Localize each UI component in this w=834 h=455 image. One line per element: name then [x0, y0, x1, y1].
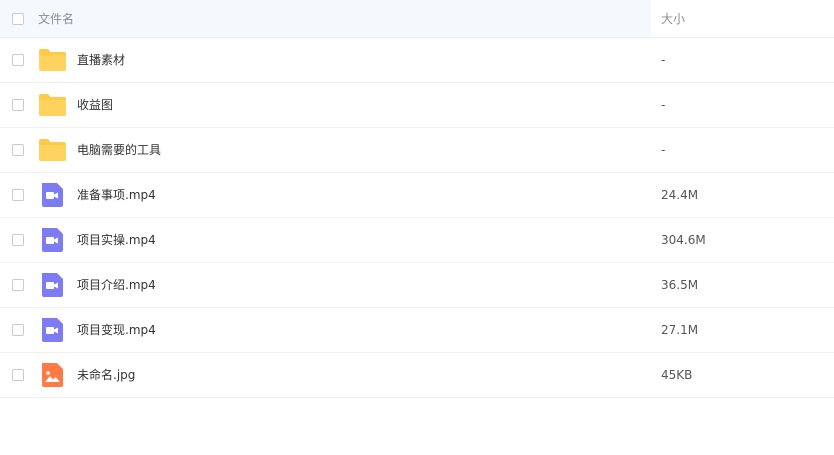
table-header: 文件名 大小 — [0, 0, 834, 38]
table-row[interactable]: 未命名.jpg 45KB — [0, 353, 834, 398]
file-size: 304.6M — [661, 233, 706, 247]
file-size: - — [661, 53, 666, 67]
image-file-icon — [39, 363, 66, 387]
row-checkbox[interactable] — [12, 189, 24, 201]
video-file-icon — [39, 228, 66, 252]
file-size: 45KB — [661, 368, 693, 382]
row-checkbox[interactable] — [12, 99, 24, 111]
file-name[interactable]: 直播素材 — [77, 52, 125, 68]
file-name[interactable]: 项目介绍.mp4 — [77, 277, 156, 293]
file-size: - — [661, 98, 666, 112]
select-all-checkbox[interactable] — [12, 13, 24, 25]
file-size: - — [661, 143, 666, 157]
row-checkbox[interactable] — [12, 369, 24, 381]
table-row[interactable]: 项目变现.mp4 27.1M — [0, 308, 834, 353]
folder-icon — [39, 138, 66, 162]
folder-icon — [39, 93, 66, 117]
video-file-icon — [39, 183, 66, 207]
file-name[interactable]: 项目变现.mp4 — [77, 322, 156, 338]
row-checkbox[interactable] — [12, 54, 24, 66]
row-checkbox[interactable] — [12, 234, 24, 246]
file-size: 36.5M — [661, 278, 699, 292]
folder-icon — [39, 48, 66, 72]
file-name[interactable]: 项目实操.mp4 — [77, 232, 156, 248]
row-checkbox[interactable] — [12, 279, 24, 291]
video-file-icon — [39, 318, 66, 342]
header-name-column[interactable] — [0, 0, 651, 37]
table-row[interactable]: 电脑需要的工具 - — [0, 128, 834, 173]
row-checkbox[interactable] — [12, 144, 24, 156]
header-size-label[interactable]: 大小 — [661, 11, 685, 27]
table-row[interactable]: 项目实操.mp4 304.6M — [0, 218, 834, 263]
video-file-icon — [39, 273, 66, 297]
file-name[interactable]: 电脑需要的工具 — [77, 142, 161, 158]
table-row[interactable]: 直播素材 - — [0, 38, 834, 83]
table-row[interactable]: 收益图 - — [0, 83, 834, 128]
file-name[interactable]: 收益图 — [77, 97, 113, 113]
file-table: 文件名 大小 直播素材 - 收益图 - 电脑需要的工具 - 准备事项.mp4 2… — [0, 0, 834, 398]
file-name[interactable]: 未命名.jpg — [77, 367, 135, 383]
table-row[interactable]: 准备事项.mp4 24.4M — [0, 173, 834, 218]
table-row[interactable]: 项目介绍.mp4 36.5M — [0, 263, 834, 308]
row-checkbox[interactable] — [12, 324, 24, 336]
file-name[interactable]: 准备事项.mp4 — [77, 187, 156, 203]
header-filename-label[interactable]: 文件名 — [38, 11, 74, 27]
file-size: 24.4M — [661, 188, 699, 202]
file-size: 27.1M — [661, 323, 699, 337]
